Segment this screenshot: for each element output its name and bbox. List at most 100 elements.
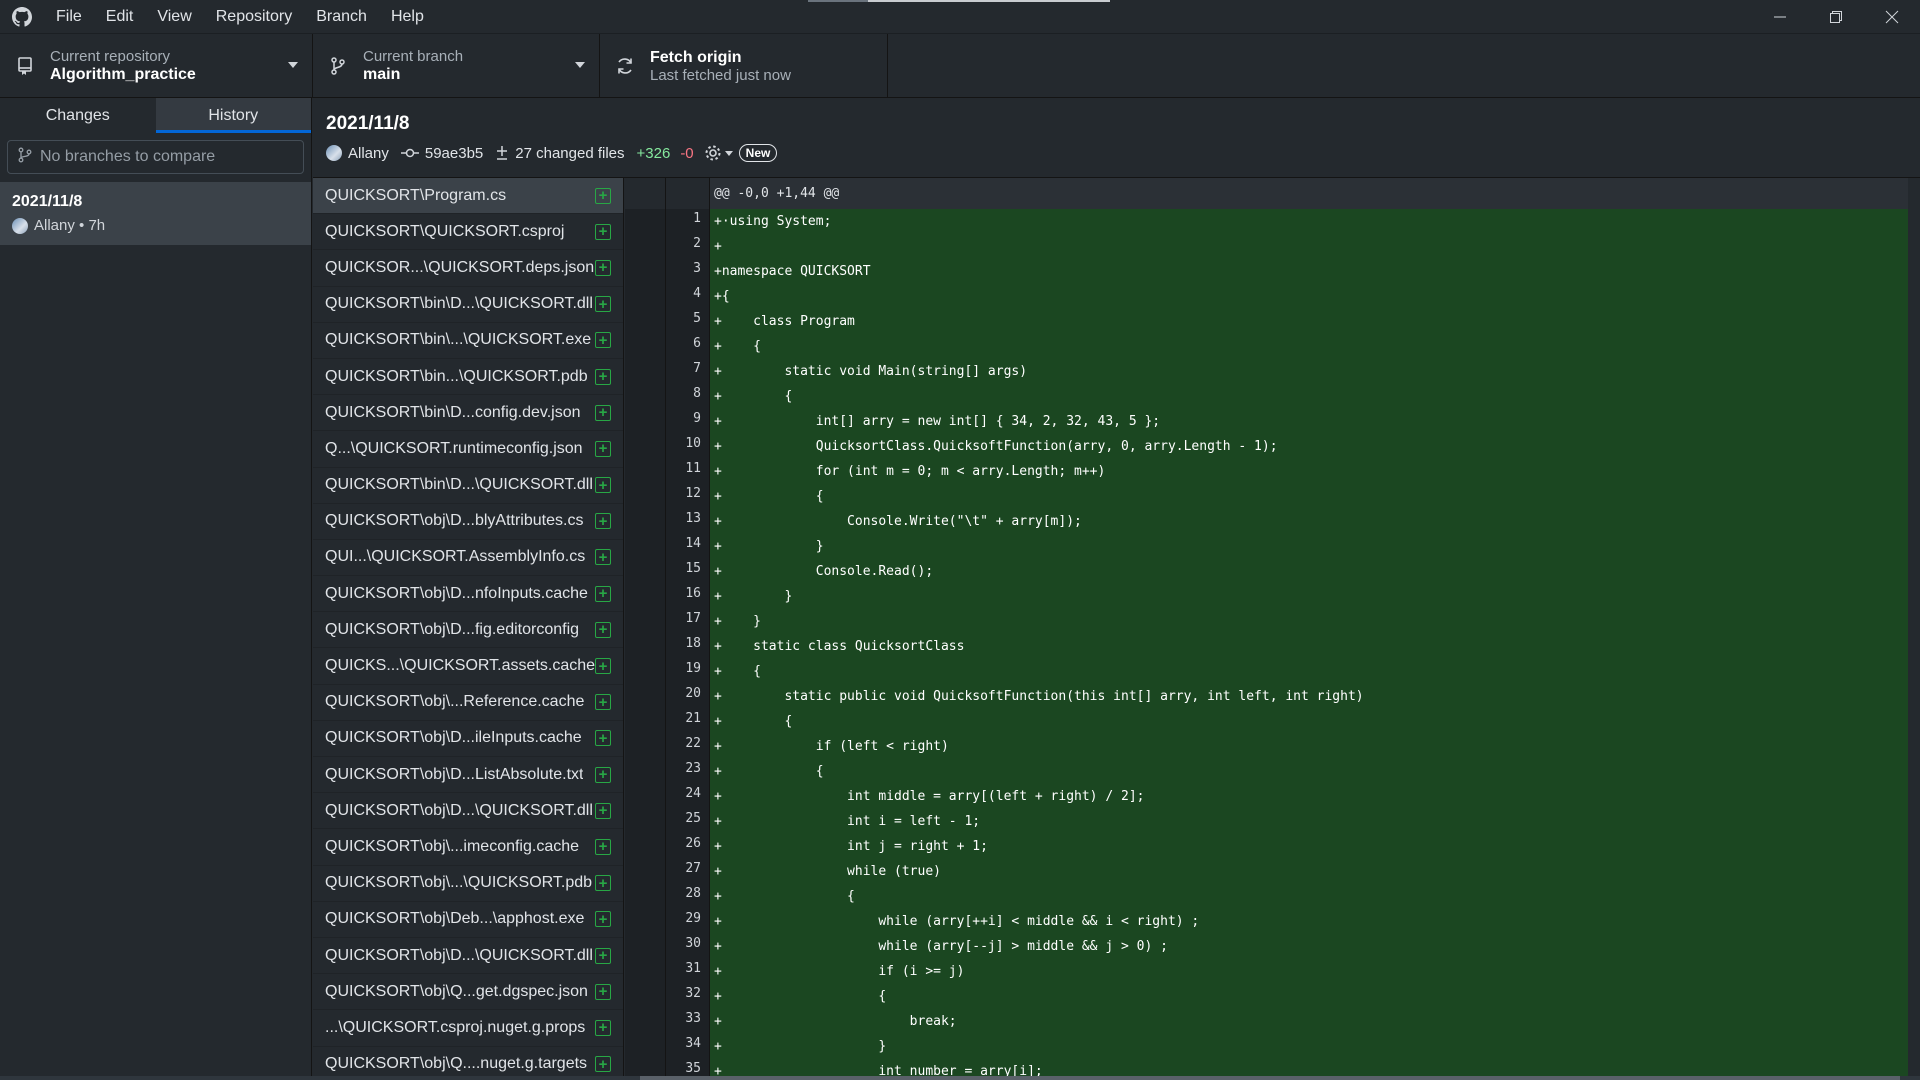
diff-line[interactable]: 14 + }	[625, 534, 1908, 559]
file-row[interactable]: QUICKSORT\obj\Q...get.dgspec.json	[313, 974, 623, 1011]
diff-line[interactable]: 9 + int[] arry = new int[] { 34, 2, 32, 4…	[625, 409, 1908, 434]
file-row[interactable]: QUICKS...\QUICKSORT.assets.cache	[313, 648, 623, 685]
file-row[interactable]: QUICKSORT\obj\...\QUICKSORT.pdb	[313, 866, 623, 902]
restore-icon[interactable]	[1808, 0, 1864, 34]
diff-line[interactable]: 21 + {	[625, 709, 1908, 734]
menu-branch[interactable]: Branch	[304, 0, 379, 34]
new-line-number: 18	[666, 634, 710, 659]
file-added-icon	[595, 658, 611, 675]
diff-line[interactable]: 20 + static public void QuicksoftFunction…	[625, 684, 1908, 709]
file-row[interactable]: QUICKSORT\obj\D...blyAttributes.cs	[313, 504, 623, 540]
file-name: QUICKSORT\obj\Q....nuget.g.targets	[325, 1055, 588, 1073]
file-row[interactable]: QUICKSOR...\QUICKSORT.deps.json	[313, 250, 623, 287]
file-name: QUICKSORT\bin\D...\QUICKSORT.dll	[325, 295, 593, 313]
file-added-icon	[595, 621, 611, 638]
new-line-number: 21	[666, 709, 710, 734]
diff-line[interactable]: 1 +·using System;	[625, 209, 1908, 234]
file-row[interactable]: QUICKSORT\obj\D...ileInputs.cache	[313, 721, 623, 757]
diff-line[interactable]: 32 + {	[625, 984, 1908, 1009]
file-name: QUICKSORT\obj\D...nfoInputs.cache	[325, 584, 588, 602]
file-added-icon	[595, 766, 611, 783]
file-row[interactable]: QUICKSORT\obj\D...\QUICKSORT.dll	[313, 793, 623, 830]
file-row[interactable]: QUICKSORT\obj\Deb...\apphost.exe	[313, 902, 623, 938]
diff-line[interactable]: 27 + while (true)	[625, 859, 1908, 884]
tab-changes[interactable]: Changes	[0, 98, 156, 133]
diff-line[interactable]: 19 + {	[625, 659, 1908, 684]
diff-line[interactable]: 30 + while (arry[--j] > middle && j > 0) …	[625, 934, 1908, 959]
file-added-icon	[595, 223, 611, 240]
close-icon[interactable]	[1864, 0, 1920, 34]
file-row[interactable]: QUICKSORT\obj\D...nfoInputs.cache	[313, 576, 623, 613]
menu-repository[interactable]: Repository	[204, 0, 304, 34]
fetch-origin-button[interactable]: Fetch origin Last fetched just now	[600, 34, 888, 98]
diff-line[interactable]: 8 + {	[625, 384, 1908, 409]
diff-line[interactable]: 22 + if (left < right)	[625, 734, 1908, 759]
diff-line[interactable]: 34 + }	[625, 1034, 1908, 1059]
diff-line[interactable]: 25 + int i = left - 1;	[625, 809, 1908, 834]
diff-line[interactable]: 24 + int middle = arry[(left + right) / 2…	[625, 784, 1908, 809]
file-row[interactable]: QUI...\QUICKSORT.AssemblyInfo.cs	[313, 540, 623, 577]
file-row[interactable]: QUICKSORT\obj\D...\QUICKSORT.dll	[313, 938, 623, 975]
file-name: QUICKSORT\bin\...\QUICKSORT.exe	[325, 331, 592, 349]
diff-line-code: + static public void QuicksoftFunction(t…	[710, 684, 1908, 709]
diff-line-code: + while (arry[++i] < middle && i < right…	[710, 909, 1908, 934]
menu-file[interactable]: File	[44, 0, 94, 34]
diff-line[interactable]: 5 + class Program	[625, 309, 1908, 334]
current-repository-button[interactable]: Current repository Algorithm_practice	[0, 34, 313, 98]
hunk-expand-area[interactable]	[666, 178, 710, 209]
file-row[interactable]: Q...\QUICKSORT.runtimeconfig.json	[313, 431, 623, 468]
diff-line[interactable]: 31 + if (i >= j)	[625, 959, 1908, 984]
diff-line[interactable]: 13 + Console.Write("\t" + arry[m]);	[625, 509, 1908, 534]
diff-line[interactable]: 26 + int j = right + 1;	[625, 834, 1908, 859]
diff-line[interactable]: 4 +{	[625, 284, 1908, 309]
file-row[interactable]: QUICKSORT\obj\D...fig.editorconfig	[313, 612, 623, 649]
branch-compare-input[interactable]: No branches to compare	[7, 140, 304, 174]
tab-history[interactable]: History	[155, 98, 311, 133]
diff-line[interactable]: 3 +namespace QUICKSORT	[625, 259, 1908, 284]
file-row[interactable]: QUICKSORT\bin\D...\QUICKSORT.dll	[313, 287, 623, 323]
file-row[interactable]: QUICKSORT\bin\D...config.dev.json	[313, 395, 623, 432]
diff-line[interactable]: 18 + static class QuicksortClass	[625, 634, 1908, 659]
diff-line[interactable]: 15 + Console.Read();	[625, 559, 1908, 584]
file-row[interactable]: QUICKSORT\obj\Q....nuget.g.targets	[313, 1047, 623, 1080]
file-row[interactable]: QUICKSORT\bin...\QUICKSORT.pdb	[313, 359, 623, 396]
file-row[interactable]: QUICKSORT\Program.cs	[313, 178, 623, 215]
file-added-icon	[595, 1019, 611, 1036]
branch-label: Current branch	[363, 48, 464, 65]
diff-line[interactable]: 35 + int number = arry[i];	[625, 1059, 1908, 1076]
diff-line[interactable]: 11 + for (int m = 0; m < arry.Length; m++…	[625, 459, 1908, 484]
horizontal-scrollbar-thumb[interactable]	[640, 1076, 1900, 1080]
file-row[interactable]: QUICKSORT\obj\D...ListAbsolute.txt	[313, 757, 623, 794]
file-row[interactable]: QUICKSORT\QUICKSORT.csproj	[313, 214, 623, 251]
diff-line[interactable]: 23 + {	[625, 759, 1908, 784]
file-row[interactable]: QUICKSORT\obj\...Reference.cache	[313, 685, 623, 721]
diff-line[interactable]: 17 + }	[625, 609, 1908, 634]
diff-line[interactable]: 12 + {	[625, 484, 1908, 509]
diff-line[interactable]: 28 + {	[625, 884, 1908, 909]
menu-edit[interactable]: Edit	[94, 0, 146, 34]
diff-line[interactable]: 6 + {	[625, 334, 1908, 359]
file-row[interactable]: ...\QUICKSORT.csproj.nuget.g.props	[313, 1010, 623, 1047]
diff-line[interactable]: 7 + static void Main(string[] args)	[625, 359, 1908, 384]
diff-line-code: + int[] arry = new int[] { 34, 2, 32, 43…	[710, 409, 1908, 434]
commit-list-item[interactable]: 2021/11/8 Allany • 7h	[0, 182, 311, 245]
diff-line[interactable]: 2 +	[625, 234, 1908, 259]
old-line-number	[625, 384, 666, 409]
repo-caret-icon	[288, 62, 298, 68]
commit-sha[interactable]: 59ae3b5	[425, 145, 483, 162]
file-row[interactable]: QUICKSORT\bin\...\QUICKSORT.exe	[313, 323, 623, 359]
diff-line[interactable]: 33 + break;	[625, 1009, 1908, 1034]
file-row[interactable]: QUICKSORT\bin\D...\QUICKSORT.dll	[313, 468, 623, 504]
diff-line-code: + Console.Write("\t" + arry[m]);	[710, 509, 1908, 534]
commit-list-title: 2021/11/8	[12, 193, 83, 210]
diff-line[interactable]: 29 + while (arry[++i] < middle && i < rig…	[625, 909, 1908, 934]
menu-help[interactable]: Help	[379, 0, 436, 34]
diff-settings-icon[interactable]	[704, 144, 733, 162]
file-row[interactable]: QUICKSORT\obj\...imeconfig.cache	[313, 829, 623, 866]
current-branch-button[interactable]: Current branch main	[313, 34, 600, 98]
minimize-icon[interactable]	[1752, 0, 1808, 34]
menu-view[interactable]: View	[145, 0, 203, 34]
branch-icon	[327, 55, 349, 77]
diff-line[interactable]: 10 + QuicksortClass.QuicksoftFunction(arr…	[625, 434, 1908, 459]
diff-line[interactable]: 16 + }	[625, 584, 1908, 609]
